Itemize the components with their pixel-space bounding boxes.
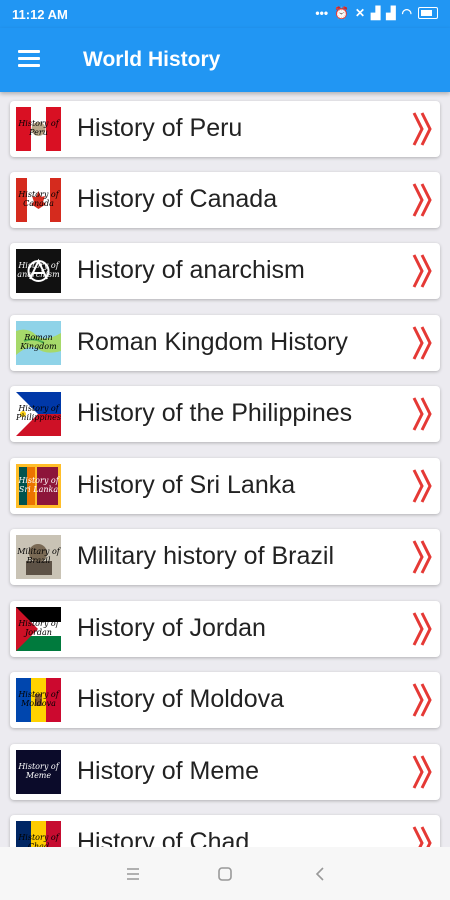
item-label: History of the Philippines [77,399,353,427]
app-title: World History [83,48,221,71]
brazil-military-icon: Military of Brazil [16,535,61,579]
list-item-moldova[interactable]: History of Moldova History of Moldova [10,672,440,728]
dots-icon: ••• [315,6,329,20]
list-item-anarchism[interactable]: History of anarchism History of anarchis… [10,243,440,299]
menu-button[interactable] [18,48,44,70]
thumb-caption: History of anarchism [17,261,60,279]
double-chevron-right-icon [412,326,432,360]
signal-icon: ▟ [371,6,381,20]
thumb-caption: History of Peru [18,119,59,137]
list-item-jordan[interactable]: History of Jordan History of Jordan [10,601,440,657]
double-chevron-right-icon [412,683,432,717]
double-chevron-right-icon [412,469,432,503]
app-bar: World History [0,28,450,92]
double-chevron-right-icon [412,612,432,646]
thumb-caption: History of Canada [18,190,59,208]
status-time: 11:12 AM [12,7,68,22]
item-label: Roman Kingdom History [77,328,348,356]
canada-flag-icon: History of Canada [16,178,61,222]
sri-lanka-flag-icon: History of Sri Lanka [16,464,61,508]
hamburger-icon [18,50,40,53]
anarchism-flag-icon: History of anarchism [16,249,61,293]
double-chevron-right-icon [412,755,432,789]
item-label: History of Sri Lanka [77,471,296,499]
thumb-caption: Military of Brazil [17,547,60,565]
home-icon[interactable] [210,861,240,887]
roman-map-icon: Roman Kingdom [16,321,61,365]
philippines-flag-icon: History of Philippines [16,392,61,436]
thumb-caption: History of Jordan [18,619,59,637]
signal-2-icon: ▟ [386,6,396,20]
list-item-roman-kingdom[interactable]: Roman Kingdom Roman Kingdom History [10,315,440,371]
status-icons: ••• ⏰ ✕ ▟ ▟ ◠ [315,6,438,20]
moldova-flag-icon: History of Moldova [16,678,61,722]
item-label: History of Canada [77,185,278,213]
thumb-caption: Roman Kingdom [20,333,57,351]
item-label: History of anarchism [77,256,305,284]
list-item-sri-lanka[interactable]: History of Sri Lanka History of Sri Lank… [10,458,440,514]
item-label: Military history of Brazil [77,542,334,570]
alarm-icon: ⏰ [334,6,349,20]
item-label: History of Meme [77,757,259,785]
recents-icon[interactable] [118,861,148,887]
list-item-meme[interactable]: History of Meme History of Meme [10,744,440,800]
item-label: History of Moldova [77,685,285,713]
double-chevron-right-icon [412,397,432,431]
thumb-caption: History of Meme [18,762,59,780]
thumb-caption: History of Sri Lanka [18,476,59,494]
mute-icon: ✕ [354,6,366,20]
peru-flag-icon: History of Peru [16,107,61,151]
list-item-philippines[interactable]: History of Philippines History of the Ph… [10,386,440,442]
list-item-brazil[interactable]: Military of Brazil Military history of B… [10,529,440,585]
chad-flag-icon: History of Chad [16,821,61,847]
list-item-chad[interactable]: History of Chad History of Chad [10,815,440,847]
back-icon[interactable] [305,861,335,887]
item-label: History of Chad [77,828,250,847]
thumb-caption: History of Moldova [18,690,59,708]
wifi-icon: ◠ [401,6,412,20]
item-label: History of Peru [77,114,243,142]
double-chevron-right-icon [412,112,432,146]
meme-icon: History of Meme [16,750,61,794]
double-chevron-right-icon [412,540,432,574]
history-list[interactable]: History of Peru History of Peru History … [0,92,450,847]
jordan-flag-icon: History of Jordan [16,607,61,651]
status-bar: 11:12 AM ••• ⏰ ✕ ▟ ▟ ◠ [0,0,450,28]
item-label: History of Jordan [77,614,266,642]
double-chevron-right-icon [412,254,432,288]
thumb-caption: History of Philippines [16,404,61,422]
double-chevron-right-icon [412,826,432,847]
list-item-peru[interactable]: History of Peru History of Peru [10,101,440,157]
battery-icon [418,7,438,19]
list-item-canada[interactable]: History of Canada History of Canada [10,172,440,228]
double-chevron-right-icon [412,183,432,217]
system-nav-bar [0,847,450,900]
thumb-caption: History of Chad [18,833,59,847]
